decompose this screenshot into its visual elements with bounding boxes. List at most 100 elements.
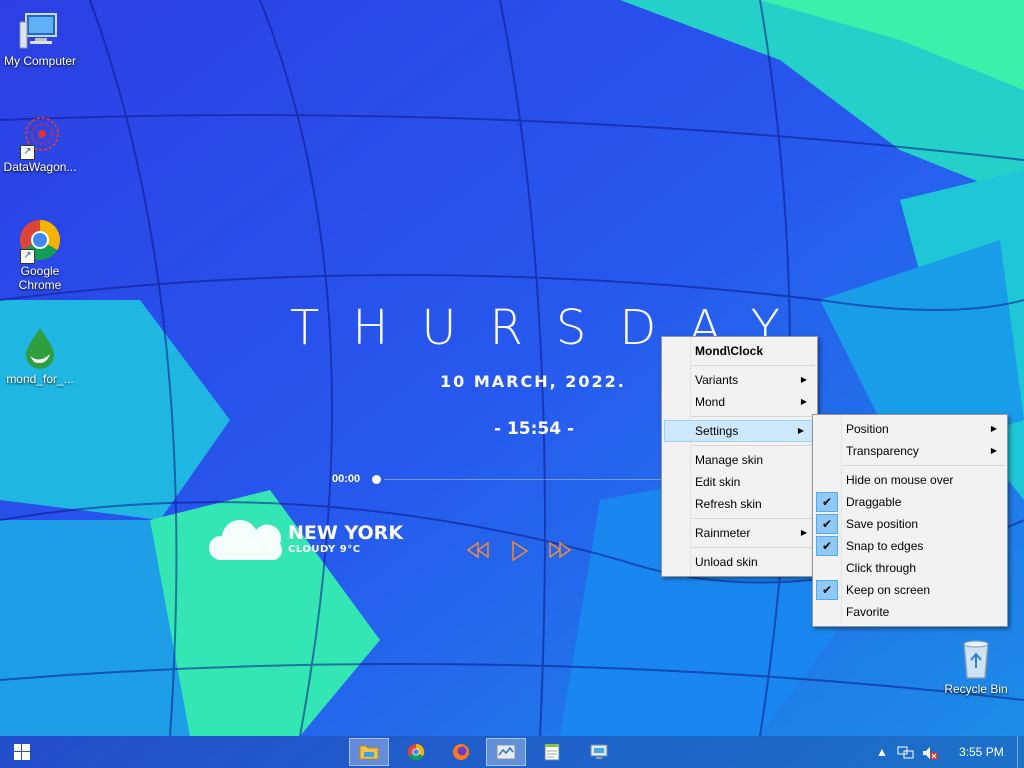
taskbar-notepad[interactable] [532, 738, 572, 766]
submenu-arrow-icon: ▶ [990, 446, 997, 455]
menu-item-position[interactable]: Position ▶ [813, 418, 1007, 440]
menu-item-rainmeter[interactable]: Rainmeter ▶ [662, 522, 817, 544]
menu-item-label: Snap to edges [846, 539, 924, 553]
taskbar-clock[interactable]: 3:55 PM [959, 736, 1004, 768]
shortcut-arrow-icon: ↗ [20, 249, 35, 264]
menu-item-transparency[interactable]: Transparency ▶ [813, 440, 1007, 462]
desktop-icon-label: DataWagon... [3, 160, 77, 174]
chrome-icon [407, 743, 425, 761]
date-text: 10 MARCH, 2022. [440, 372, 626, 391]
mond-droplet-icon [18, 326, 62, 370]
menu-item-label: Click through [846, 561, 917, 575]
menu-item-snap-to-edges[interactable]: ✔ Snap to edges [813, 535, 1007, 557]
desktop-icon-label: My Computer [3, 54, 77, 68]
taskbar: ▲ 3:55 PM [0, 736, 1024, 768]
file-explorer-icon [359, 745, 379, 760]
menu-item-unload-skin[interactable]: Unload skin [662, 551, 817, 573]
menu-item-mond[interactable]: Mond ▶ [662, 391, 817, 413]
progress-knob[interactable] [372, 475, 381, 484]
previous-icon[interactable] [466, 540, 490, 565]
desktop-icon-label: mond_for_... [6, 372, 74, 386]
taskbar-network-monitor[interactable] [579, 738, 619, 766]
taskbar-file-explorer[interactable] [349, 738, 389, 766]
menu-item-favorite[interactable]: Favorite [813, 601, 1007, 623]
rainmeter-icon [496, 744, 516, 760]
menu-item-label: Settings [695, 424, 739, 438]
checkmark-icon: ✔ [816, 514, 838, 534]
desktop-icon-mond[interactable]: mond_for_... [0, 326, 80, 386]
progress-track[interactable] [384, 479, 672, 480]
desktop-icon-label: Google Chrome [18, 264, 62, 292]
recycle-bin-icon [954, 636, 998, 680]
desktop-icon-google-chrome[interactable]: ↗ Google Chrome [0, 218, 80, 292]
firefox-icon [453, 744, 469, 760]
menu-item-label: Transparency [846, 444, 919, 458]
menu-item-refresh-skin[interactable]: Refresh skin [662, 493, 817, 515]
menu-item-edit-skin[interactable]: Edit skin [662, 471, 817, 493]
desktop-icon-label: Recycle Bin [944, 682, 1008, 696]
menu-item-keep-on-screen[interactable]: ✔ Keep on screen [813, 579, 1007, 601]
windows-logo-icon [14, 744, 30, 760]
datawagon-icon: ↗ [18, 114, 62, 160]
taskbar-firefox[interactable] [441, 738, 481, 766]
media-progress[interactable]: 00:00 [332, 472, 672, 488]
cloud-icon [208, 520, 283, 560]
notepad-icon [544, 744, 560, 761]
submenu-arrow-icon: ▶ [800, 397, 807, 406]
weather-condition: CLOUDY 9°C [288, 544, 361, 555]
media-elapsed-time: 00:00 [332, 473, 361, 485]
checkmark-icon: ✔ [816, 492, 838, 512]
start-button[interactable] [2, 738, 42, 766]
weather-widget: NEW YORK CLOUDY 9°C [208, 516, 428, 566]
network-icon[interactable] [897, 736, 915, 768]
play-icon[interactable] [508, 540, 530, 567]
menu-separator [692, 416, 815, 417]
menu-separator [692, 445, 815, 446]
menu-item-label: Rainmeter [695, 526, 751, 540]
menu-item-label: Keep on screen [846, 583, 931, 597]
menu-item-title[interactable]: Mond\Clock [662, 340, 817, 362]
taskbar-rainmeter[interactable] [486, 738, 526, 766]
media-controls [466, 540, 576, 564]
submenu-arrow-icon: ▶ [990, 424, 997, 433]
menu-item-save-position[interactable]: ✔ Save position [813, 513, 1007, 535]
submenu-arrow-icon: ▶ [797, 426, 804, 435]
menu-item-settings[interactable]: Settings ▶ [664, 420, 815, 442]
settings-submenu: Position ▶ Transparency ▶ Hide on mouse … [812, 414, 1008, 627]
menu-item-label: Variants [695, 373, 739, 387]
menu-item-draggable[interactable]: ✔ Draggable [813, 491, 1007, 513]
skin-context-menu: Mond\Clock Variants ▶ Mond ▶ Settings ▶ … [661, 336, 818, 577]
menu-item-label: Hide on mouse over [846, 473, 954, 487]
chrome-icon: ↗ [18, 218, 62, 264]
desktop-icon-datawagon[interactable]: ↗ DataWagon... [0, 114, 80, 174]
menu-separator [843, 465, 1005, 466]
taskbar-chrome[interactable] [396, 738, 436, 766]
menu-item-label: Save position [846, 517, 919, 531]
network-monitor-icon [590, 744, 608, 759]
menu-item-label: Mond [695, 395, 726, 409]
menu-separator [692, 518, 815, 519]
time-text: - 15:54 - [494, 419, 575, 439]
next-icon[interactable] [548, 540, 572, 565]
tray-overflow-icon[interactable]: ▲ [876, 736, 888, 768]
menu-separator [692, 365, 815, 366]
submenu-arrow-icon: ▶ [800, 375, 807, 384]
desktop-icon-my-computer[interactable]: My Computer [0, 8, 80, 68]
menu-item-manage-skin[interactable]: Manage skin [662, 449, 817, 471]
checkmark-icon: ✔ [816, 536, 838, 556]
weather-city: NEW YORK [288, 522, 404, 544]
menu-item-click-through[interactable]: Click through [813, 557, 1007, 579]
menu-separator [692, 547, 815, 548]
menu-item-label: Favorite [846, 605, 890, 619]
checkmark-icon: ✔ [816, 580, 838, 600]
computer-icon [18, 8, 62, 52]
menu-item-hide-on-mouse-over[interactable]: Hide on mouse over [813, 469, 1007, 491]
menu-item-label: Draggable [846, 495, 902, 509]
menu-item-label: Position [846, 422, 889, 436]
volume-muted-icon[interactable] [921, 736, 939, 768]
submenu-arrow-icon: ▶ [800, 528, 807, 537]
desktop-icon-recycle-bin[interactable]: Recycle Bin [936, 636, 1016, 696]
shortcut-arrow-icon: ↗ [20, 145, 35, 160]
menu-item-variants[interactable]: Variants ▶ [662, 369, 817, 391]
show-desktop-button[interactable] [1017, 736, 1024, 768]
